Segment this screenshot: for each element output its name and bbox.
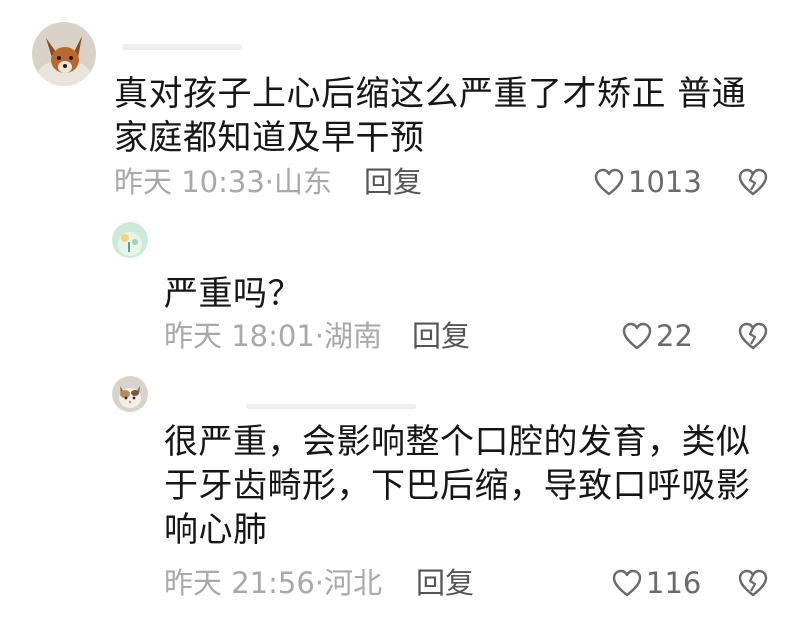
comment-meta: 昨天 10:33·山东: [114, 164, 332, 200]
comment-time: 昨天 10:33: [114, 165, 265, 199]
avatar-cat[interactable]: [112, 376, 148, 412]
comment-meta: 昨天 21:56·河北: [164, 565, 382, 601]
comment-text: 真对孩子上心后缩这么严重了才矫正 普通 家庭都知道及早干预: [114, 74, 747, 158]
like-button[interactable]: 116: [612, 565, 701, 601]
heart-outline-icon: [622, 322, 652, 350]
dislike-button[interactable]: [738, 569, 768, 601]
avatar-fox[interactable]: [32, 22, 96, 86]
like-count: 116: [646, 566, 702, 600]
comment-time: 昨天 21:56: [164, 566, 315, 600]
comment-text: 很严重，会影响整个口腔的发育，类似 于牙齿畸形，下巴后缩，导致口呼吸影 响心肺: [164, 422, 751, 550]
cat-avatar-image: [112, 376, 148, 412]
comment-time: 昨天 18:01: [164, 319, 315, 353]
username-blurred[interactable]: [122, 44, 242, 50]
username-blurred[interactable]: [246, 404, 416, 409]
avatar-flower[interactable]: [112, 222, 148, 258]
comment-location: 河北: [324, 566, 383, 600]
dislike-button[interactable]: [738, 168, 768, 200]
reply-button[interactable]: 回复: [412, 318, 470, 354]
reply-button[interactable]: 回复: [416, 565, 474, 601]
like-button[interactable]: 22: [622, 318, 693, 354]
flower-avatar-image: [112, 222, 148, 258]
broken-heart-icon: [738, 168, 768, 196]
meta-separator: ·: [264, 165, 275, 199]
heart-outline-icon: [594, 168, 624, 196]
like-count: 22: [656, 319, 693, 353]
like-count: 1013: [628, 165, 702, 199]
reply-button[interactable]: 回复: [364, 164, 422, 200]
broken-heart-icon: [738, 569, 768, 597]
comment-location: 山东: [274, 165, 333, 199]
comment-3: 很严重，会影响整个口腔的发育，类似 于牙齿畸形，下巴后缩，导致口呼吸影 响心肺 …: [0, 360, 800, 621]
comment-location: 湖南: [324, 319, 383, 353]
dislike-button[interactable]: [738, 322, 768, 354]
broken-heart-icon: [738, 322, 768, 350]
meta-separator: ·: [314, 566, 325, 600]
comment-text: 严重吗？: [164, 274, 302, 314]
fox-avatar-image: [32, 22, 96, 86]
heart-outline-icon: [612, 569, 642, 597]
like-button[interactable]: 1013: [594, 164, 702, 200]
comment-2: 严重吗？ 昨天 18:01·湖南 回复 22: [0, 210, 800, 360]
comment-meta: 昨天 18:01·湖南: [164, 318, 382, 354]
meta-separator: ·: [314, 319, 325, 353]
comment-1: 真对孩子上心后缩这么严重了才矫正 普通 家庭都知道及早干预 昨天 10:33·山…: [0, 0, 800, 210]
